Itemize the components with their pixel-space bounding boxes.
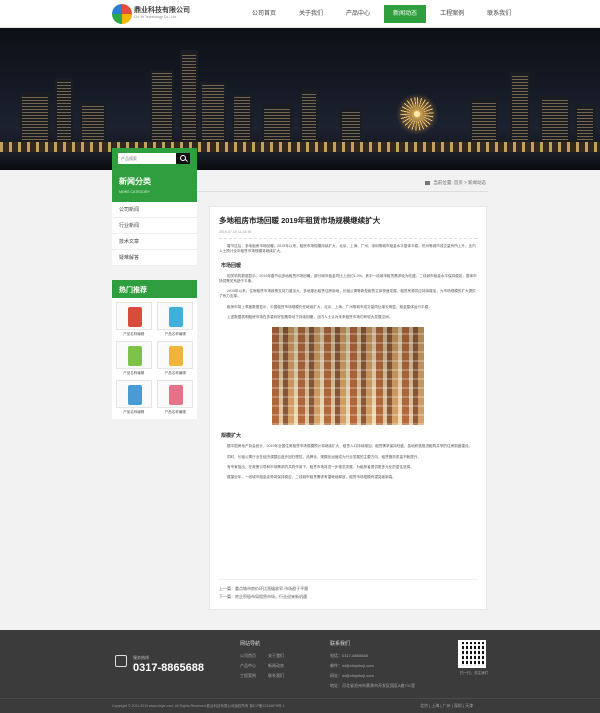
search-input[interactable] — [118, 153, 176, 164]
city-link[interactable]: 北京 — [420, 703, 428, 708]
copyright-text: Copyright © 2011-2019 www.chiye.com, All… — [112, 704, 285, 708]
contact-phone: 电话：0317-8865688 — [330, 653, 368, 658]
article-paragraph: 上述数据表明租房市场在多重利好因素带动下持续回暖，业内人士认为未来租赁市场仍有较… — [227, 315, 393, 320]
main-nav: 公司首页 关于我们 产品中心 新闻动态 工程案例 联系我们 — [243, 5, 525, 23]
contact-website: 网址：wl@chiyekeji.com — [330, 673, 374, 678]
nav-cases[interactable]: 工程案例 — [431, 5, 473, 23]
service-label: 服务热线 — [133, 655, 149, 660]
article-paragraph: 有专家指出，在政策引导和市场需求的共同作用下，租赁市场将进一步规范发展，为租房者… — [227, 464, 414, 469]
product-card[interactable]: 产品名称编辑 — [115, 302, 153, 337]
category-faq[interactable]: 疑难解答 — [112, 250, 197, 266]
bridge-lights — [0, 142, 600, 152]
product-card[interactable]: 产品名称编辑 — [157, 380, 195, 415]
article-navigation: 上一篇：重点城市房价环比涨幅收窄 市场趋于平稳 下一篇：房企积极布局租赁市场，行… — [219, 579, 477, 601]
category-company-news[interactable]: 公司新闻 — [112, 202, 197, 218]
article-paragraph: 相关机构数据显示，2019年春节后多地租赁市场回暖，部分城市租金同比上涨约1.3… — [219, 273, 477, 283]
section-heading: 市场回暖 — [221, 262, 242, 269]
next-article-link[interactable]: 下一篇：房企积极布局租赁市场，行业迎来新机遇 — [219, 593, 477, 601]
breadcrumb-home[interactable]: 首页 — [454, 180, 463, 185]
firework-graphic — [393, 90, 441, 138]
contact-address: 地址：河北省沧州市黄骅市开发区园区A座711室 — [330, 683, 416, 688]
footer-link-home[interactable]: 公司首页 — [240, 653, 256, 659]
category-title: 新闻分类 — [119, 177, 151, 186]
city-link[interactable]: 深圳 — [454, 703, 462, 708]
hot-products-grid: 产品名称编辑 产品名称编辑 产品名称编辑 产品名称编辑 产品名称编辑 产品名称编… — [112, 298, 197, 419]
article-title: 多地租房市场回暖 2019年租赁市场规模继续扩大 — [219, 216, 381, 225]
footer-link-about[interactable]: 关于我们 — [268, 653, 284, 659]
city-link[interactable]: 上海 — [431, 703, 439, 708]
search-box — [112, 148, 197, 170]
article-paragraph: 租房市场上季度数据显示，中国租赁市场规模仍在继续扩大，北京、上海、广州等城市成交… — [227, 304, 432, 309]
category-tech-articles[interactable]: 技术文章 — [112, 234, 197, 250]
home-icon — [425, 181, 431, 185]
product-card[interactable]: 产品名称编辑 — [157, 302, 195, 337]
product-card[interactable]: 产品名称编辑 — [115, 341, 153, 376]
copyright-bar: Copyright © 2011-2019 www.chiye.com, All… — [0, 698, 600, 713]
article-paragraph: 2019年以来，住房租赁市场政策支持力度加大，多地推出租赁住房用地，长租公寓等新… — [219, 289, 476, 299]
article-paragraph: 展望全年，一线城市租金走势将保持稳定，二线城市租赁需求有望继续释放，租赁市场规模… — [227, 475, 396, 480]
article-paragraph: 同时，长租公寓行业在经历调整后逐步回归理性，品牌化、规模化运营成为行业发展的主要… — [227, 454, 422, 459]
breadcrumb-prefix: 当前位置: — [433, 180, 453, 185]
nav-news[interactable]: 新闻动态 — [384, 5, 427, 23]
service-phone: 0317-8865688 — [133, 662, 204, 674]
article-intro: 春节过后，多地租房市场回暖。2019年以来，租房市场规模持续扩大，北京、上海、广… — [219, 244, 476, 254]
article-panel: 多地租房市场回暖 2019年租赁市场规模继续扩大 2019-07-19 11:3… — [209, 206, 487, 610]
prev-article-link[interactable]: 上一篇：重点城市房价环比涨幅收窄 市场趋于平稳 — [219, 585, 477, 593]
company-logo[interactable] — [112, 4, 132, 24]
article-photo — [272, 327, 424, 426]
article-paragraph: 据中国房地产协会统计，2019年全国住房租赁市场规模预计将继续扩大，租赁人口持续… — [227, 444, 473, 449]
footer-link-products[interactable]: 产品中心 — [240, 663, 256, 669]
city-link[interactable]: 天津 — [465, 703, 473, 708]
footer-nav-title: 网站导航 — [240, 641, 261, 647]
footer-link-cases[interactable]: 工程案例 — [240, 673, 256, 679]
contact-email: 邮件：wl@chiyekeji.com — [330, 663, 374, 668]
article-date: 2019-07-19 11:32:45 — [219, 230, 477, 239]
footer-contact-title: 联系我们 — [330, 641, 351, 647]
search-icon[interactable] — [176, 153, 190, 164]
category-industry-news[interactable]: 行业新闻 — [112, 218, 197, 234]
city-link[interactable]: 广州 — [443, 703, 451, 708]
category-subtitle: NEWS CATEGORY — [119, 190, 150, 194]
site-header: 鼎业科技有限公司 Chi Ye Technology Co., Ltd. 公司首… — [0, 0, 600, 28]
river — [0, 152, 600, 170]
nav-about[interactable]: 关于我们 — [290, 5, 332, 23]
nav-home[interactable]: 公司首页 — [243, 5, 285, 23]
breadcrumb: 当前位置: 首页 > 新闻动态 — [197, 176, 488, 192]
qr-label: 扫一扫，关注我们 — [460, 671, 488, 675]
breadcrumb-current[interactable]: 新闻动态 — [468, 180, 486, 185]
nav-products[interactable]: 产品中心 — [337, 5, 379, 23]
product-card[interactable]: 产品名称编辑 — [157, 341, 195, 376]
news-category-panel: 新闻分类 NEWS CATEGORY 公司新闻 行业新闻 技术文章 疑难解答 — [112, 170, 197, 266]
hero-banner — [0, 28, 600, 170]
company-name: 鼎业科技有限公司 — [134, 7, 190, 14]
qr-code — [458, 640, 486, 668]
section-heading: 规模扩大 — [221, 433, 242, 440]
phone-icon — [115, 655, 127, 667]
category-header: 新闻分类 NEWS CATEGORY — [112, 170, 197, 202]
city-links: 北京 | 上海 | 广州 | 深圳 | 天津 — [420, 703, 474, 708]
company-subtitle: Chi Ye Technology Co., Ltd. — [134, 15, 177, 19]
footer-link-news[interactable]: 新闻动态 — [268, 663, 284, 669]
site-footer: 服务热线 0317-8865688 网站导航 公司首页 关于我们 产品中心 新闻… — [0, 630, 600, 713]
hot-recommend-title: 热门推荐 — [112, 280, 197, 298]
nav-contact[interactable]: 联系我们 — [478, 5, 520, 23]
footer-link-contact[interactable]: 联系我们 — [268, 673, 284, 679]
product-card[interactable]: 产品名称编辑 — [115, 380, 153, 415]
